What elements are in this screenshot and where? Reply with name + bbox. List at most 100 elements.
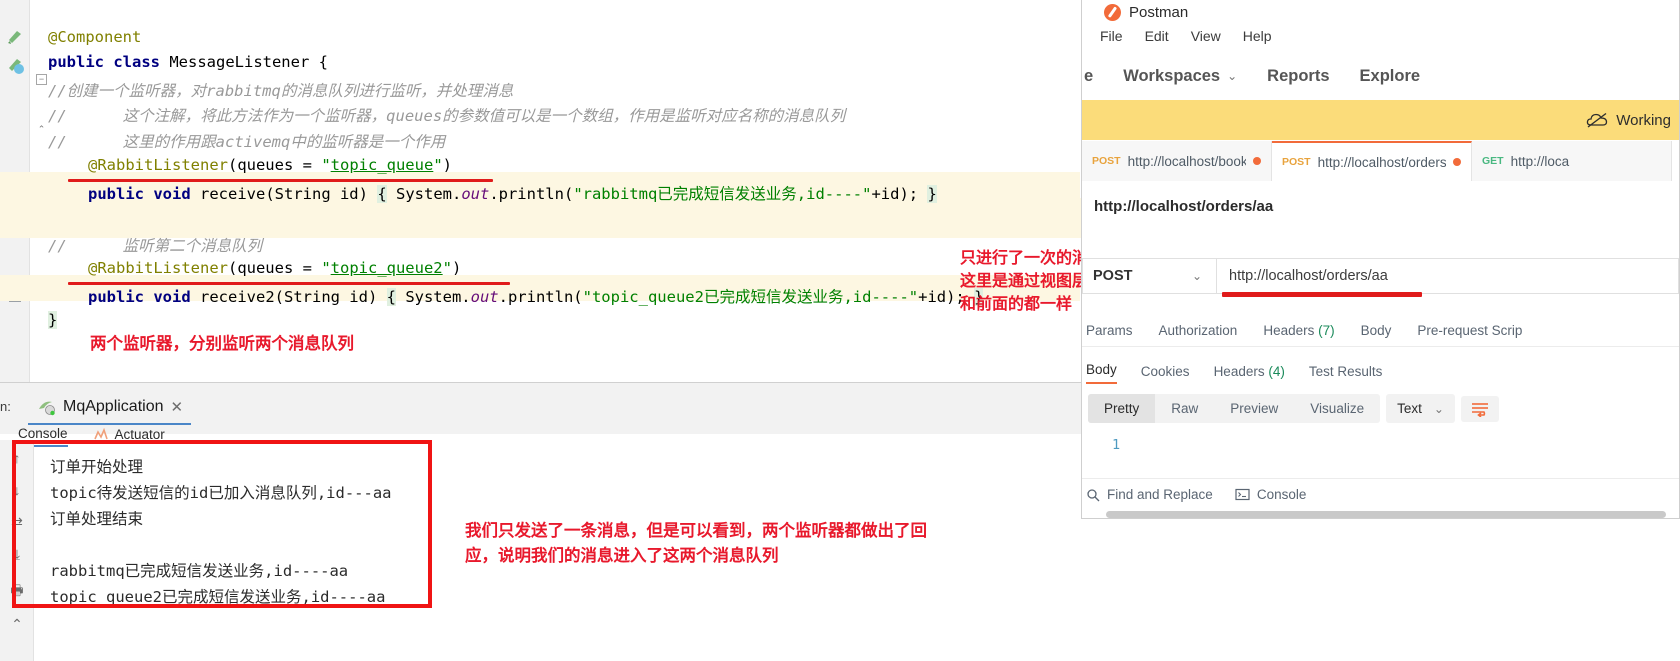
menu-view[interactable]: View [1191,28,1221,44]
code-token: @RabbitListener [88,259,228,277]
code-token: ) [451,259,462,277]
postman-tab[interactable]: POST http://localhost/books [1082,141,1272,181]
request-tab[interactable]: Body [1361,323,1392,338]
postman-request-tabs: POST http://localhost/books POST http://loc… [1082,141,1679,181]
red-underline-topic-queue2 [68,282,510,285]
chevron-down-icon: ⌄ [1191,269,1202,283]
view-mode-raw[interactable]: Raw [1155,394,1214,423]
unsaved-dot-icon [1253,157,1261,165]
code-line: @Component [48,28,141,46]
red-underline-topic-queue [68,179,493,182]
menu-help[interactable]: Help [1243,28,1272,44]
postman-response-viewbar: Pretty Raw Preview Visualize Text ⌄ [1088,394,1499,423]
url-input[interactable]: http://localhost/orders/aa [1217,258,1679,294]
code-token: out [470,288,499,306]
code-token: MessageListener { [169,53,328,71]
word-wrap-icon[interactable] [1460,395,1499,422]
find-and-replace-button[interactable]: Find and Replace [1086,487,1213,502]
tab-url-label: http://loca [1510,153,1570,169]
postman-footer: Find and Replace Console [1082,478,1679,510]
code-token: .println( [498,288,583,306]
code-line: //创建一个监听器，对rabbitmq的消息队列进行监听，并处理消息 [48,79,513,101]
code-token: // 监听第二个消息队列 [48,237,263,255]
tab-method-label: POST [1282,156,1311,168]
code-token: public [88,185,154,203]
nav-workspaces[interactable]: Workspaces ⌄ [1123,67,1237,86]
code-token: { [386,288,396,306]
run-all-tests-icon[interactable] [5,27,25,47]
nav-reports[interactable]: Reports [1267,67,1329,86]
request-tab[interactable]: Headers (7) [1263,323,1334,338]
run-window-label: n: [0,399,11,414]
code-token: " [433,156,443,174]
code-token: " [442,259,452,277]
view-mode-preview[interactable]: Preview [1214,394,1294,423]
postman-nav: e Workspaces ⌄ Reports Explore [1082,54,1679,98]
code-line: public class MessageListener { [48,53,328,71]
chevron-down-icon: ⌄ [1433,401,1444,416]
postman-title: Postman [1129,3,1189,21]
code-token: @Component [48,28,142,46]
code-token: System. [386,185,462,203]
response-format-select[interactable]: Text ⌄ [1386,394,1455,423]
red-highlight-box-console [12,440,432,608]
run-tab-mqapplication[interactable]: MqApplication ✕ [28,391,192,425]
code-line: public void receive(String id) { System.… [88,182,937,204]
nav-home[interactable]: e [1084,67,1093,86]
code-token: public [88,288,154,306]
code-token: // 这里的作用跟activemq中的监听器是一个作用 [48,133,446,151]
code-token: //创建一个监听器，对rabbitmq的消息队列进行监听，并处理消息 [48,82,514,100]
postman-request-bar: POST ⌄ http://localhost/orders/aa [1082,258,1679,294]
postman-status-banner: Working [1082,100,1679,140]
response-line-number: 1 [1112,437,1121,453]
screen-root: − ⌃ + + @Componentpublic class MessageLi… [0,0,1680,661]
code-token: ) [442,156,452,174]
code-token: topic_queue [330,156,434,174]
request-tab[interactable]: Pre-request Scrip [1417,323,1522,338]
postman-menubar: File Edit View Help [1090,24,1272,48]
more-icon[interactable]: ⌃ [8,616,26,634]
code-token: } [48,311,58,329]
close-icon[interactable]: ✕ [171,398,184,416]
code-token: public [48,53,114,71]
response-body-area[interactable]: 1 [1082,432,1679,476]
code-line: @RabbitListener(queues = "topic_queue2") [88,259,461,277]
console-label: Console [1256,487,1307,502]
fold-marker[interactable]: − [36,74,47,85]
run-spring-app-icon[interactable] [5,55,25,75]
code-token: .println( [489,185,574,203]
code-line: // 这个注解，将此方法作为一个监听器，queues的参数值可以是一个数组，作用… [48,104,845,126]
red-underline-url [1222,292,1422,297]
view-mode-pretty[interactable]: Pretty [1088,394,1156,423]
cloud-offline-icon [1587,112,1608,128]
request-tab[interactable]: Authorization [1159,323,1238,338]
response-tab-count: (4) [1268,364,1285,379]
code-token: class [113,53,170,71]
nav-workspaces-label: Workspaces [1123,66,1221,85]
response-tab[interactable]: Cookies [1141,364,1190,384]
anno-console-1: 我们只发送了一条消息，但是可以看到，两个监听器都做出了回 [465,521,927,540]
banner-text: Working [1616,111,1671,129]
horizontal-scrollbar[interactable] [1106,511,1666,518]
nav-explore[interactable]: Explore [1360,67,1421,86]
fold-marker-end[interactable]: ⌃ [36,125,47,136]
code-token: "topic_queue2已完成短信发送业务,id----" [582,288,919,306]
code-token: receive2(String id) [200,288,387,306]
menu-file[interactable]: File [1100,28,1123,44]
code-token: +id); [871,185,928,203]
postman-tab[interactable]: POST http://localhost/orders [1272,141,1472,181]
postman-tab[interactable]: GET http://loca [1472,141,1672,181]
request-tab[interactable]: Params [1086,323,1133,338]
response-tab[interactable]: Headers (4) [1214,364,1285,384]
menu-edit[interactable]: Edit [1145,28,1169,44]
postman-logo-icon [1104,3,1121,21]
tab-url-label: http://localhost/orders [1317,154,1446,170]
method-select[interactable]: POST ⌄ [1082,258,1217,294]
code-line: public void receive2(String id) { System… [88,285,984,307]
response-tab[interactable]: Test Results [1309,364,1383,384]
code-token: System. [395,288,471,306]
view-mode-visualize[interactable]: Visualize [1294,394,1380,423]
console-button[interactable]: Console [1235,487,1307,502]
code-line: } [48,311,58,329]
response-tab[interactable]: Body [1086,362,1117,384]
